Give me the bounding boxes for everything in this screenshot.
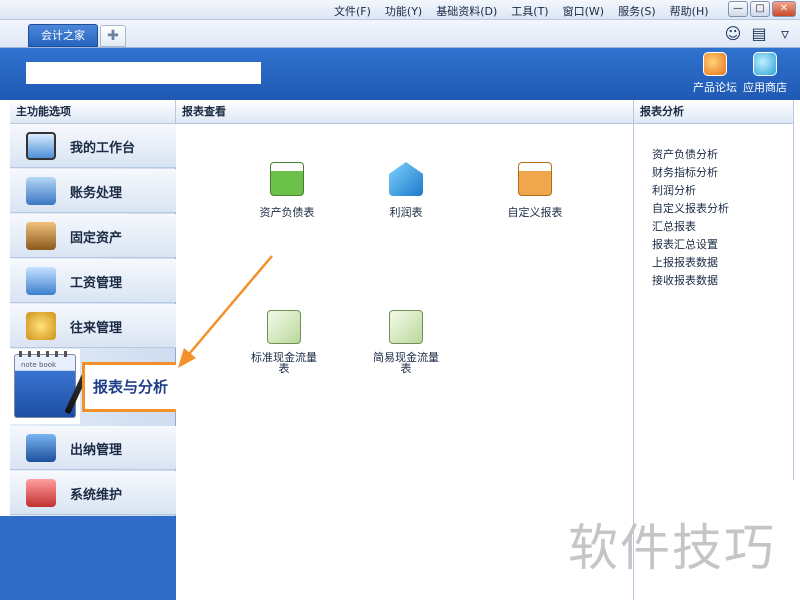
nav-label: 固定资产 — [70, 231, 123, 246]
tab-bar: 会计之家 ✚ ☺ ▤ ▿ — [0, 20, 800, 48]
tools-icon — [26, 479, 56, 507]
tab-accounting-home[interactable]: 会计之家 — [28, 24, 98, 47]
banner-redacted-title — [26, 62, 261, 84]
nav-label: 系统维护 — [70, 488, 123, 503]
profit-icon — [389, 162, 423, 196]
nav-label: 我的工作台 — [70, 141, 136, 156]
menu-function[interactable]: 功能(Y) — [385, 3, 422, 19]
maximize-button[interactable]: □ — [750, 1, 770, 17]
nav-fixed-assets[interactable]: 固定资产 — [10, 214, 176, 258]
nav-payroll[interactable]: 工资管理 — [10, 259, 176, 303]
window-controls: — □ ✕ — [728, 1, 796, 17]
nav-label: 账务处理 — [70, 186, 123, 201]
product-forum-button[interactable]: 产品论坛 — [690, 52, 740, 95]
report-label: 简易现金流量表 — [373, 351, 439, 375]
nav-cashier[interactable]: 出纳管理 — [10, 426, 176, 470]
menu-tools[interactable]: 工具(T) — [511, 3, 548, 19]
app-store-label: 应用商店 — [743, 81, 787, 94]
desktop-icon — [26, 132, 56, 160]
report-label: 利润表 — [389, 206, 423, 219]
report-analysis-title: 报表分析 — [634, 100, 794, 124]
link-profit-analysis[interactable]: 利润分析 — [652, 182, 696, 198]
link-upload-report-data[interactable]: 上报报表数据 — [652, 254, 718, 270]
link-custom-report-analysis[interactable]: 自定义报表分析 — [652, 200, 729, 216]
menu-items: 文件(F) 功能(Y) 基础资料(D) 工具(T) 窗口(W) 服务(S) 帮助… — [334, 3, 723, 19]
link-financial-indicators[interactable]: 财务指标分析 — [652, 164, 718, 180]
nav-label: 往来管理 — [70, 321, 123, 336]
link-summary-report[interactable]: 汇总报表 — [652, 218, 696, 234]
report-profit[interactable]: 利润表 — [376, 162, 436, 220]
main-nav: 我的工作台 账务处理 固定资产 工资管理 往来管理 出纳管理 系统维护 — [10, 124, 176, 516]
link-balance-analysis[interactable]: 资产负债分析 — [652, 146, 718, 162]
house-icon — [26, 222, 56, 250]
menu-bar: 文件(F) 功能(Y) 基础资料(D) 工具(T) 窗口(W) 服务(S) 帮助… — [0, 0, 800, 20]
main-options-title: 主功能选项 — [10, 100, 176, 124]
ledger-icon — [26, 177, 56, 205]
store-icon — [753, 52, 777, 76]
notebook-rings — [19, 351, 71, 357]
product-forum-label: 产品论坛 — [693, 81, 737, 94]
nav-label-active: 报表与分析 — [93, 378, 169, 396]
menu-service[interactable]: 服务(S) — [618, 3, 656, 19]
cashflow-icon — [389, 310, 423, 344]
cashier-icon — [26, 434, 56, 462]
notebook-text: note book — [21, 361, 57, 369]
arrow-head — [178, 348, 196, 368]
chevron-down-icon[interactable]: ▿ — [776, 25, 794, 43]
nav-label: 出纳管理 — [70, 443, 123, 458]
report-view-title: 报表查看 — [176, 100, 634, 124]
custom-report-icon — [518, 162, 552, 196]
report-simple-cashflow[interactable]: 简易现金流量表 — [368, 310, 444, 374]
message-icon[interactable]: ▤ — [750, 25, 768, 43]
nav-accounting[interactable]: 账务处理 — [10, 169, 176, 213]
annotation-arrow — [178, 255, 273, 368]
add-tab-icon[interactable]: ✚ — [100, 25, 126, 47]
menu-basic-data[interactable]: 基础资料(D) — [436, 3, 497, 19]
report-analysis-panel: 资产负债分析 财务指标分析 利润分析 自定义报表分析 汇总报表 报表汇总设置 上… — [634, 124, 794, 480]
link-receive-report-data[interactable]: 接收报表数据 — [652, 272, 718, 288]
report-label: 自定义报表 — [507, 206, 563, 219]
coins-icon — [26, 312, 56, 340]
app-store-button[interactable]: 应用商店 — [740, 52, 790, 95]
notebook-icon: note book — [14, 351, 88, 418]
wage-icon — [26, 267, 56, 295]
report-custom[interactable]: 自定义报表 — [502, 162, 568, 220]
minimize-button[interactable]: — — [728, 1, 748, 17]
smiley-icon[interactable]: ☺ — [724, 25, 742, 43]
close-button[interactable]: ✕ — [772, 1, 796, 17]
left-bottom-fill — [0, 516, 176, 600]
nav-my-workbench[interactable]: 我的工作台 — [10, 124, 176, 168]
watermark: 软件技巧 — [568, 519, 776, 577]
menu-file[interactable]: 文件(F) — [334, 3, 371, 19]
tab-bar-tools: ☺ ▤ ▿ — [724, 25, 794, 43]
arrow-line — [183, 255, 273, 361]
menu-window[interactable]: 窗口(W) — [563, 3, 604, 19]
nav-system-maintenance[interactable]: 系统维护 — [10, 471, 176, 515]
banner: 产品论坛 应用商店 — [0, 48, 800, 100]
nav-receivables[interactable]: 往来管理 — [10, 304, 176, 348]
menu-help[interactable]: 帮助(H) — [670, 3, 709, 19]
nav-label: 工资管理 — [70, 276, 123, 291]
forum-icon — [703, 52, 727, 76]
link-summary-settings[interactable]: 报表汇总设置 — [652, 236, 718, 252]
